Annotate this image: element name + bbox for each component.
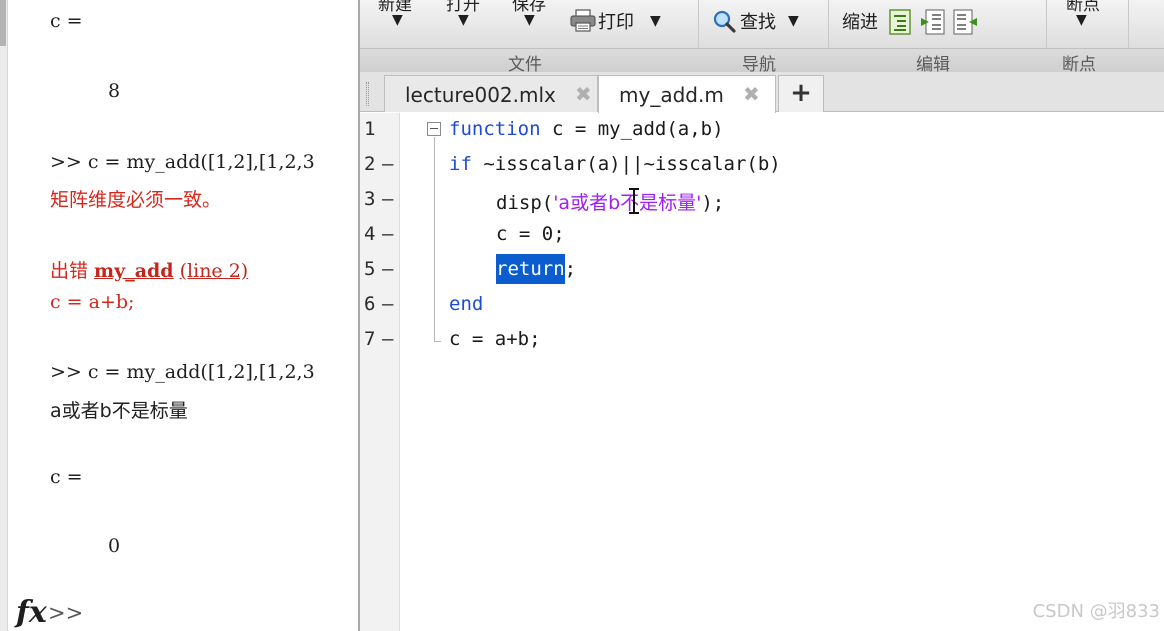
code-fold-guide bbox=[434, 137, 435, 342]
code-line-2: if ~isscalar(a)||~isscalar(b) bbox=[449, 153, 781, 175]
code-fold-guide-end bbox=[434, 341, 441, 342]
new-dropdown-caret[interactable]: ▼ bbox=[392, 12, 403, 28]
watermark: CSDN @羽833 bbox=[1032, 601, 1160, 622]
code-editor[interactable]: 1 2 — 3 — 4 — 5 — 6 — 7 — function c = m… bbox=[360, 113, 1164, 631]
error-function-link[interactable]: my_add bbox=[94, 260, 174, 282]
breakpoint-marker[interactable]: — bbox=[382, 188, 393, 210]
line-number-gutter: 1 2 — 3 — 4 — 5 — 6 — 7 — bbox=[360, 113, 400, 631]
selected-keyword: return bbox=[496, 254, 565, 284]
breakpoints-dropdown-caret[interactable]: ▼ bbox=[1076, 12, 1087, 28]
code-fold-toggle[interactable] bbox=[427, 122, 441, 136]
output-var-label: c = bbox=[50, 10, 83, 32]
indent-group: 缩进 bbox=[842, 8, 977, 35]
printer-icon bbox=[570, 9, 596, 33]
magnifier-icon bbox=[712, 9, 736, 33]
breakpoint-marker[interactable]: — bbox=[382, 258, 393, 280]
code-line-3: disp('a或者b不是标量'); bbox=[496, 188, 724, 215]
breakpoint-marker[interactable]: — bbox=[382, 153, 393, 175]
tab-my-add[interactable]: my_add.m ✖ bbox=[598, 75, 776, 113]
command-prompt-bar[interactable]: fx >> bbox=[8, 595, 358, 631]
new-tab-button[interactable]: + bbox=[778, 75, 824, 112]
command-line: >> c = my_add([1,2],[1,2,3 bbox=[50, 361, 315, 383]
breakpoint-marker[interactable]: — bbox=[382, 293, 393, 315]
error-code: c = a+b; bbox=[50, 291, 135, 313]
line-number: 2 bbox=[364, 153, 376, 175]
tab-bar-grip[interactable] bbox=[366, 82, 369, 106]
editor-toolstrip: 新建 ▼ 打开 ▼ 保存 ▼ 打印 ▼ 查找 ▼ 缩进 断点 ▼ bbox=[360, 0, 1164, 70]
code-line-5: return; bbox=[496, 254, 577, 284]
breakpoint-marker[interactable]: — bbox=[382, 328, 393, 350]
close-icon[interactable]: ✖ bbox=[575, 82, 592, 106]
print-label: 打印 bbox=[598, 12, 634, 33]
editor-panel: 新建 ▼ 打开 ▼ 保存 ▼ 打印 ▼ 查找 ▼ 缩进 断点 ▼ 文件 导航 编… bbox=[358, 0, 1164, 631]
code-line-6: end bbox=[449, 293, 483, 315]
line-number: 7 bbox=[364, 328, 376, 350]
output-value: 0 bbox=[108, 535, 121, 557]
indent-label: 缩进 bbox=[842, 12, 878, 33]
line-number: 5 bbox=[364, 258, 376, 280]
line-number: 4 bbox=[364, 223, 376, 245]
function-browser-icon[interactable]: fx bbox=[16, 595, 47, 630]
chevron-down-icon[interactable]: ▼ bbox=[788, 13, 799, 29]
error-location: 出错 my_add (line 2) bbox=[50, 256, 248, 283]
find-button[interactable]: 查找 ▼ bbox=[712, 8, 799, 34]
open-dropdown-caret[interactable]: ▼ bbox=[458, 12, 469, 28]
line-number: 6 bbox=[364, 293, 376, 315]
print-button[interactable]: 打印 ▼ bbox=[570, 8, 661, 34]
line-number: 3 bbox=[364, 188, 376, 210]
string-literal: 'a或者b不是标量' bbox=[553, 192, 702, 214]
code-text: disp( bbox=[496, 192, 554, 214]
error-prefix: 出错 bbox=[50, 260, 95, 282]
command-window-scroll-gutter bbox=[0, 0, 8, 631]
smart-indent-icon[interactable] bbox=[888, 9, 911, 35]
keyword: if bbox=[449, 153, 472, 175]
toolstrip-section-labels: 文件 导航 编辑 断点 bbox=[360, 48, 1164, 75]
increase-indent-icon[interactable] bbox=[920, 9, 945, 35]
tab-label: my_add.m bbox=[619, 83, 724, 107]
keyword: function bbox=[449, 118, 541, 140]
chevron-down-icon[interactable]: ▼ bbox=[650, 13, 661, 29]
code-line-7: c = a+b; bbox=[449, 328, 541, 350]
editor-tab-bar: lecture002.mlx ✖ my_add.m ✖ + bbox=[360, 72, 1164, 113]
code-line-1: function c = my_add(a,b) bbox=[449, 118, 724, 140]
tab-label: lecture002.mlx bbox=[405, 83, 556, 107]
disp-output: a或者b不是标量 bbox=[50, 400, 188, 422]
code-text: ; bbox=[564, 258, 577, 280]
breakpoint-marker[interactable]: — bbox=[382, 223, 393, 245]
tab-lecture002[interactable]: lecture002.mlx ✖ bbox=[384, 75, 598, 112]
error-message: 矩阵维度必须一致。 bbox=[50, 189, 222, 211]
output-value: 8 bbox=[108, 80, 121, 102]
output-var-label: c = bbox=[50, 466, 83, 488]
command-line: >> c = my_add([1,2],[1,2,3 bbox=[50, 151, 315, 173]
code-line-4: c = 0; bbox=[496, 223, 565, 245]
error-line-link[interactable]: (line 2) bbox=[180, 260, 249, 282]
scroll-marker bbox=[0, 0, 6, 46]
code-text: c = my_add(a,b) bbox=[540, 118, 724, 140]
line-number: 1 bbox=[364, 118, 376, 140]
command-prompt[interactable]: >> bbox=[48, 601, 83, 625]
close-icon[interactable]: ✖ bbox=[743, 82, 760, 106]
command-window[interactable]: c = 8 >> c = my_add([1,2],[1,2,3 矩阵维度必须一… bbox=[0, 0, 358, 631]
code-text: ); bbox=[701, 192, 725, 214]
keyword: end bbox=[449, 293, 484, 315]
text-cursor-icon bbox=[629, 188, 639, 214]
code-text: ~isscalar(a)||~isscalar(b) bbox=[471, 153, 781, 175]
save-dropdown-caret[interactable]: ▼ bbox=[524, 12, 535, 28]
find-label: 查找 bbox=[740, 12, 776, 33]
decrease-indent-icon[interactable] bbox=[952, 9, 977, 35]
